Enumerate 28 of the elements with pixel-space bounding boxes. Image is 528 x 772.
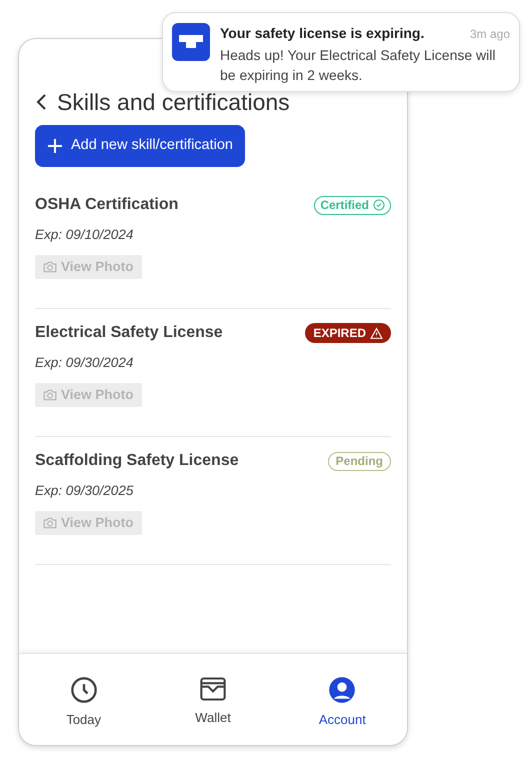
warning-icon bbox=[370, 326, 383, 340]
app-logo-icon bbox=[172, 23, 210, 61]
expiry-date: Exp: 09/10/2024 bbox=[35, 226, 134, 244]
nav-tab[interactable]: Today bbox=[19, 654, 148, 745]
notification-time: 3m ago bbox=[470, 26, 510, 43]
expiry-date: Exp: 09/30/2025 bbox=[35, 482, 134, 500]
notification-title: Your safety license is expiring. bbox=[220, 24, 424, 43]
page-title: Skills and certifications bbox=[57, 89, 290, 115]
wallet-icon bbox=[198, 676, 227, 702]
notification-body: Heads up! Your Electrical Safety License will be expiring in 2 weeks. bbox=[220, 46, 496, 85]
nav-tab[interactable]: Wallet bbox=[148, 654, 278, 745]
status-badge: Pending bbox=[328, 452, 391, 470]
account-icon bbox=[328, 676, 356, 704]
nav-tab[interactable]: Account bbox=[278, 654, 407, 745]
status-badge: Certified bbox=[314, 196, 391, 214]
notification-card[interactable]: Your safety license is expiring. 3m ago Heads up! Your Electrical Safety License will be expiring in 2 weeks. bbox=[162, 12, 520, 92]
add-button[interactable]: Add new skill/certification bbox=[35, 125, 245, 167]
expiry-date: Exp: 09/30/2024 bbox=[35, 354, 134, 372]
item-title: Scaffolding Safety License bbox=[35, 451, 239, 471]
clock-icon bbox=[70, 676, 98, 704]
camera-icon bbox=[43, 261, 57, 274]
item-title: Electrical Safety License bbox=[35, 323, 223, 343]
item-title: OSHA Certification bbox=[35, 195, 178, 215]
plus-icon bbox=[47, 138, 63, 154]
check-circle-icon bbox=[373, 199, 385, 211]
camera-icon bbox=[43, 517, 57, 530]
status-badge: EXPIRED bbox=[305, 323, 391, 343]
camera-icon bbox=[43, 389, 57, 402]
